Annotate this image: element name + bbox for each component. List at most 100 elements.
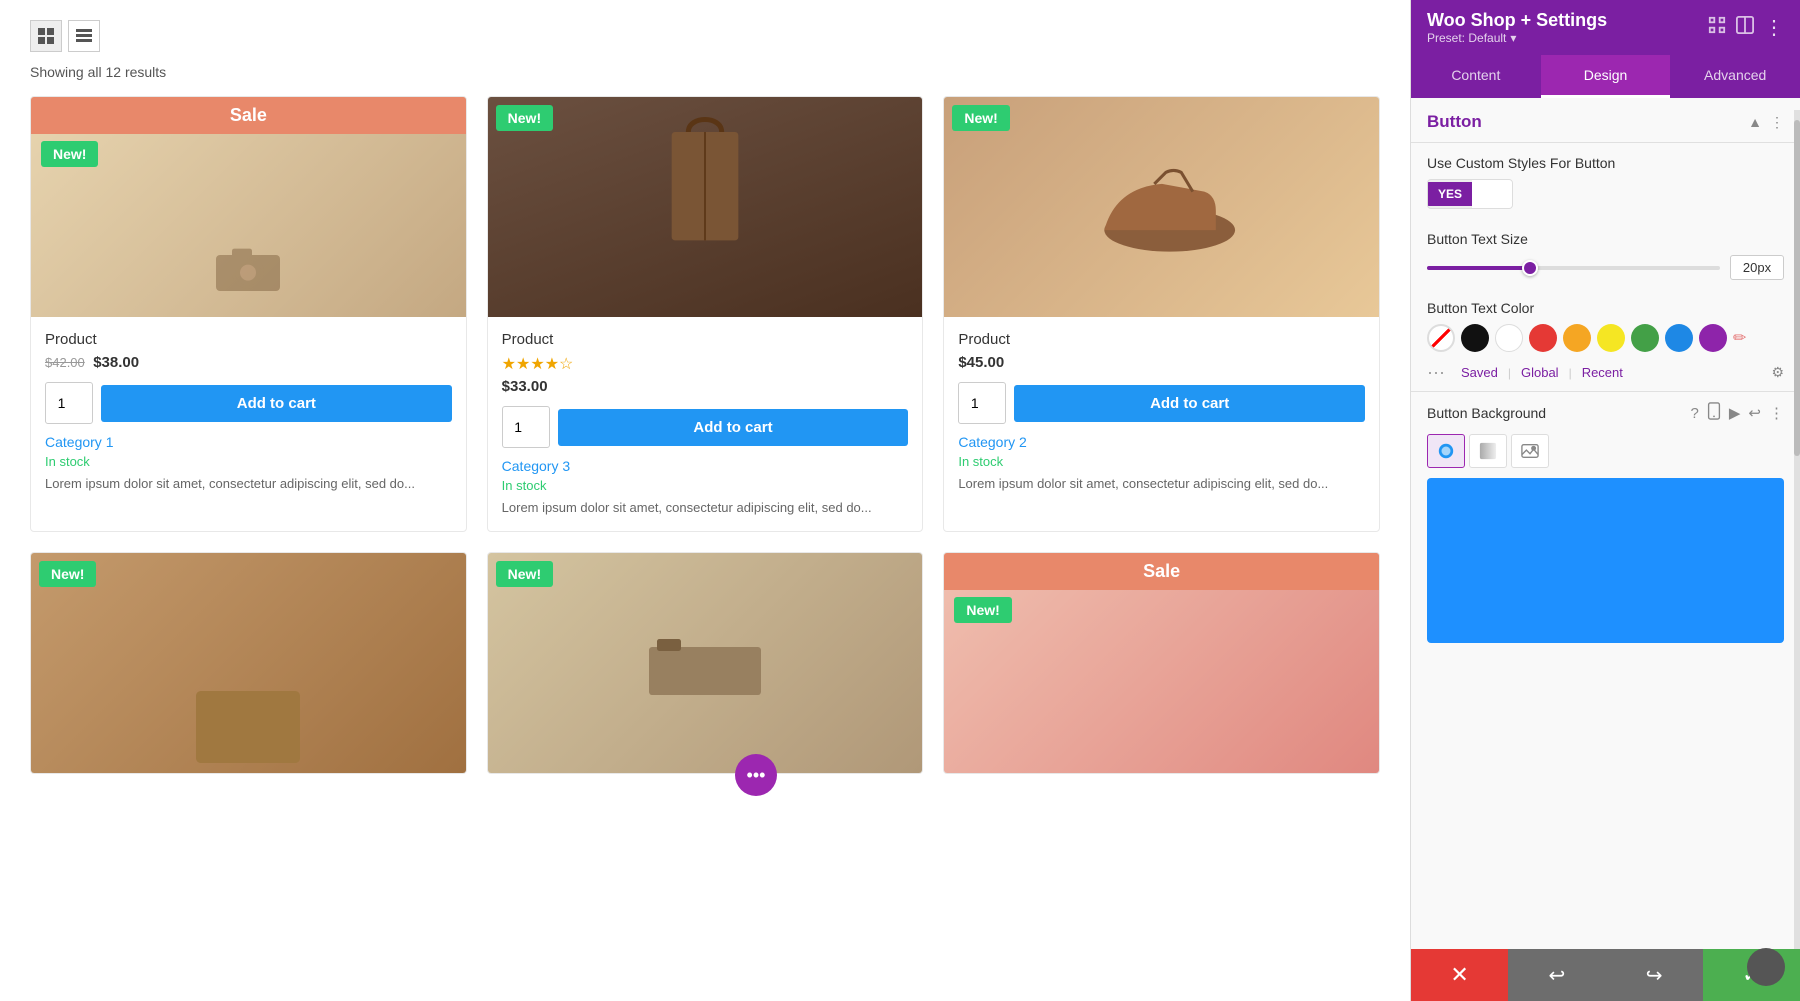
slider-fill [1427, 266, 1530, 270]
grid-view-button[interactable] [30, 20, 62, 52]
custom-styles-toggle[interactable]: YES [1427, 179, 1513, 209]
color-settings-icon[interactable]: ⚙ [1771, 364, 1784, 381]
stock-status: In stock [502, 478, 909, 493]
color-more-dots[interactable]: ··· [1427, 362, 1445, 383]
add-to-cart-button[interactable]: Add to cart [558, 409, 909, 446]
category-link[interactable]: Category 2 [958, 434, 1365, 450]
more-options-icon[interactable]: ⋮ [1764, 15, 1784, 40]
section-more-icon[interactable]: ⋮ [1770, 114, 1784, 131]
bg-help-icon[interactable]: ? [1691, 405, 1699, 422]
color-pencil-icon[interactable]: ✏ [1733, 328, 1746, 348]
bg-type-image[interactable] [1511, 434, 1549, 468]
product-image: New! [31, 553, 466, 773]
undo-button[interactable]: ↩ [1508, 949, 1605, 1001]
color-swatch-green[interactable] [1631, 324, 1659, 352]
new-badge: New! [39, 561, 96, 587]
bg-cursor-icon[interactable]: ▶ [1729, 404, 1741, 422]
original-price: $42.00 [45, 355, 85, 370]
new-badge: New! [41, 141, 98, 167]
panel-preset: Preset: Default ▾ [1427, 31, 1607, 45]
new-badge: New! [496, 561, 553, 587]
sale-banner: Sale [31, 97, 466, 134]
panel-header: Woo Shop + Settings Preset: Default ▾ [1411, 0, 1800, 55]
bg-undo-icon[interactable]: ↩ [1748, 404, 1761, 422]
product-card: New! [30, 552, 467, 774]
collapse-icon[interactable]: ▲ [1748, 114, 1762, 130]
product-description: Lorem ipsum dolor sit amet, consectetur … [45, 475, 452, 493]
columns-icon[interactable] [1736, 16, 1754, 39]
quantity-input[interactable] [45, 382, 93, 424]
product-name: Product [45, 331, 452, 348]
cancel-button[interactable]: ✕ [1411, 949, 1508, 1001]
bg-type-color[interactable] [1427, 434, 1465, 468]
panel-tabs: Content Design Advanced [1411, 55, 1800, 98]
focus-icon[interactable] [1708, 16, 1726, 39]
text-size-row: Button Text Size 20px [1411, 221, 1800, 290]
list-view-button[interactable] [68, 20, 100, 52]
panel-body: Button ▲ ⋮ Use Custom Styles For Button … [1411, 98, 1800, 949]
slider-control: 20px [1427, 255, 1784, 280]
product-card: New! Product $45.00 Add to cart [943, 96, 1380, 532]
color-swatch-purple[interactable] [1699, 324, 1727, 352]
toggle-no [1472, 180, 1512, 208]
product-card: Sale New! Product $42.00 $38.00 [30, 96, 467, 532]
product-name: Product [502, 331, 909, 348]
quantity-input[interactable] [502, 406, 550, 448]
products-grid: Sale New! Product $42.00 $38.00 [30, 96, 1380, 774]
color-swatch-orange[interactable] [1563, 324, 1591, 352]
corner-arrow-button[interactable] [1747, 948, 1785, 986]
color-swatch-black[interactable] [1461, 324, 1489, 352]
bg-color-preview[interactable] [1427, 478, 1784, 643]
panel-scrollbar[interactable] [1794, 110, 1800, 949]
product-image: Sale New! [31, 97, 466, 317]
regular-price: $33.00 [502, 378, 548, 395]
panel-header-icons: ⋮ [1708, 15, 1784, 40]
bg-label-row: Button Background ? ▶ ↩ ⋮ [1427, 402, 1784, 424]
redo-button[interactable]: ↪ [1606, 949, 1703, 1001]
panel-title: Woo Shop + Settings [1427, 10, 1607, 31]
button-section-header: Button ▲ ⋮ [1411, 98, 1800, 143]
custom-styles-label: Use Custom Styles For Button [1427, 155, 1784, 171]
slider-value[interactable]: 20px [1730, 255, 1784, 280]
tab-design[interactable]: Design [1541, 55, 1671, 98]
text-color-label: Button Text Color [1427, 300, 1784, 316]
color-swatch-yellow[interactable] [1597, 324, 1625, 352]
results-count: Showing all 12 results [30, 64, 1380, 80]
panel-actions: ✕ ↩ ↪ ✓ [1411, 949, 1800, 1001]
color-swatch-white[interactable] [1495, 324, 1523, 352]
bg-type-tabs [1427, 434, 1784, 468]
scrollbar-thumb[interactable] [1794, 120, 1800, 456]
add-to-cart-button[interactable]: Add to cart [101, 385, 452, 422]
add-to-cart-button[interactable]: Add to cart [1014, 385, 1365, 422]
tab-advanced[interactable]: Advanced [1670, 55, 1800, 98]
slider-track[interactable] [1427, 266, 1720, 270]
section-title: Button [1427, 112, 1482, 132]
color-tab-recent[interactable]: Recent [1576, 363, 1629, 382]
add-to-cart-row: Add to cart [502, 406, 909, 448]
color-swatch-red[interactable] [1529, 324, 1557, 352]
color-tab-saved[interactable]: Saved [1455, 363, 1504, 382]
product-description: Lorem ipsum dolor sit amet, consectetur … [502, 499, 909, 517]
color-tab-global[interactable]: Global [1515, 363, 1565, 382]
category-link[interactable]: Category 3 [502, 458, 909, 474]
floating-menu-button[interactable]: ••• [735, 754, 777, 796]
category-link[interactable]: Category 1 [45, 434, 452, 450]
star-rating: ★★★★☆ [502, 354, 909, 374]
main-content: Showing all 12 results Sale New! [0, 0, 1410, 1001]
product-card: New! Product ★★★★☆ $33.00 Add t [487, 96, 924, 532]
tab-content[interactable]: Content [1411, 55, 1541, 98]
bg-more-icon[interactable]: ⋮ [1769, 404, 1784, 422]
color-palette: ✏ [1427, 324, 1784, 352]
bg-type-gradient[interactable] [1469, 434, 1507, 468]
color-swatch-transparent[interactable] [1427, 324, 1455, 352]
product-card: Sale New! [943, 552, 1380, 774]
bg-icons: ? ▶ ↩ ⋮ [1691, 402, 1784, 424]
product-card: New! [487, 552, 924, 774]
bg-mobile-icon[interactable] [1707, 402, 1721, 424]
view-toggle [30, 20, 1380, 52]
color-swatch-blue[interactable] [1665, 324, 1693, 352]
quantity-input[interactable] [958, 382, 1006, 424]
slider-thumb[interactable] [1522, 260, 1538, 276]
panel-title-group: Woo Shop + Settings Preset: Default ▾ [1427, 10, 1607, 45]
product-description: Lorem ipsum dolor sit amet, consectetur … [958, 475, 1365, 493]
